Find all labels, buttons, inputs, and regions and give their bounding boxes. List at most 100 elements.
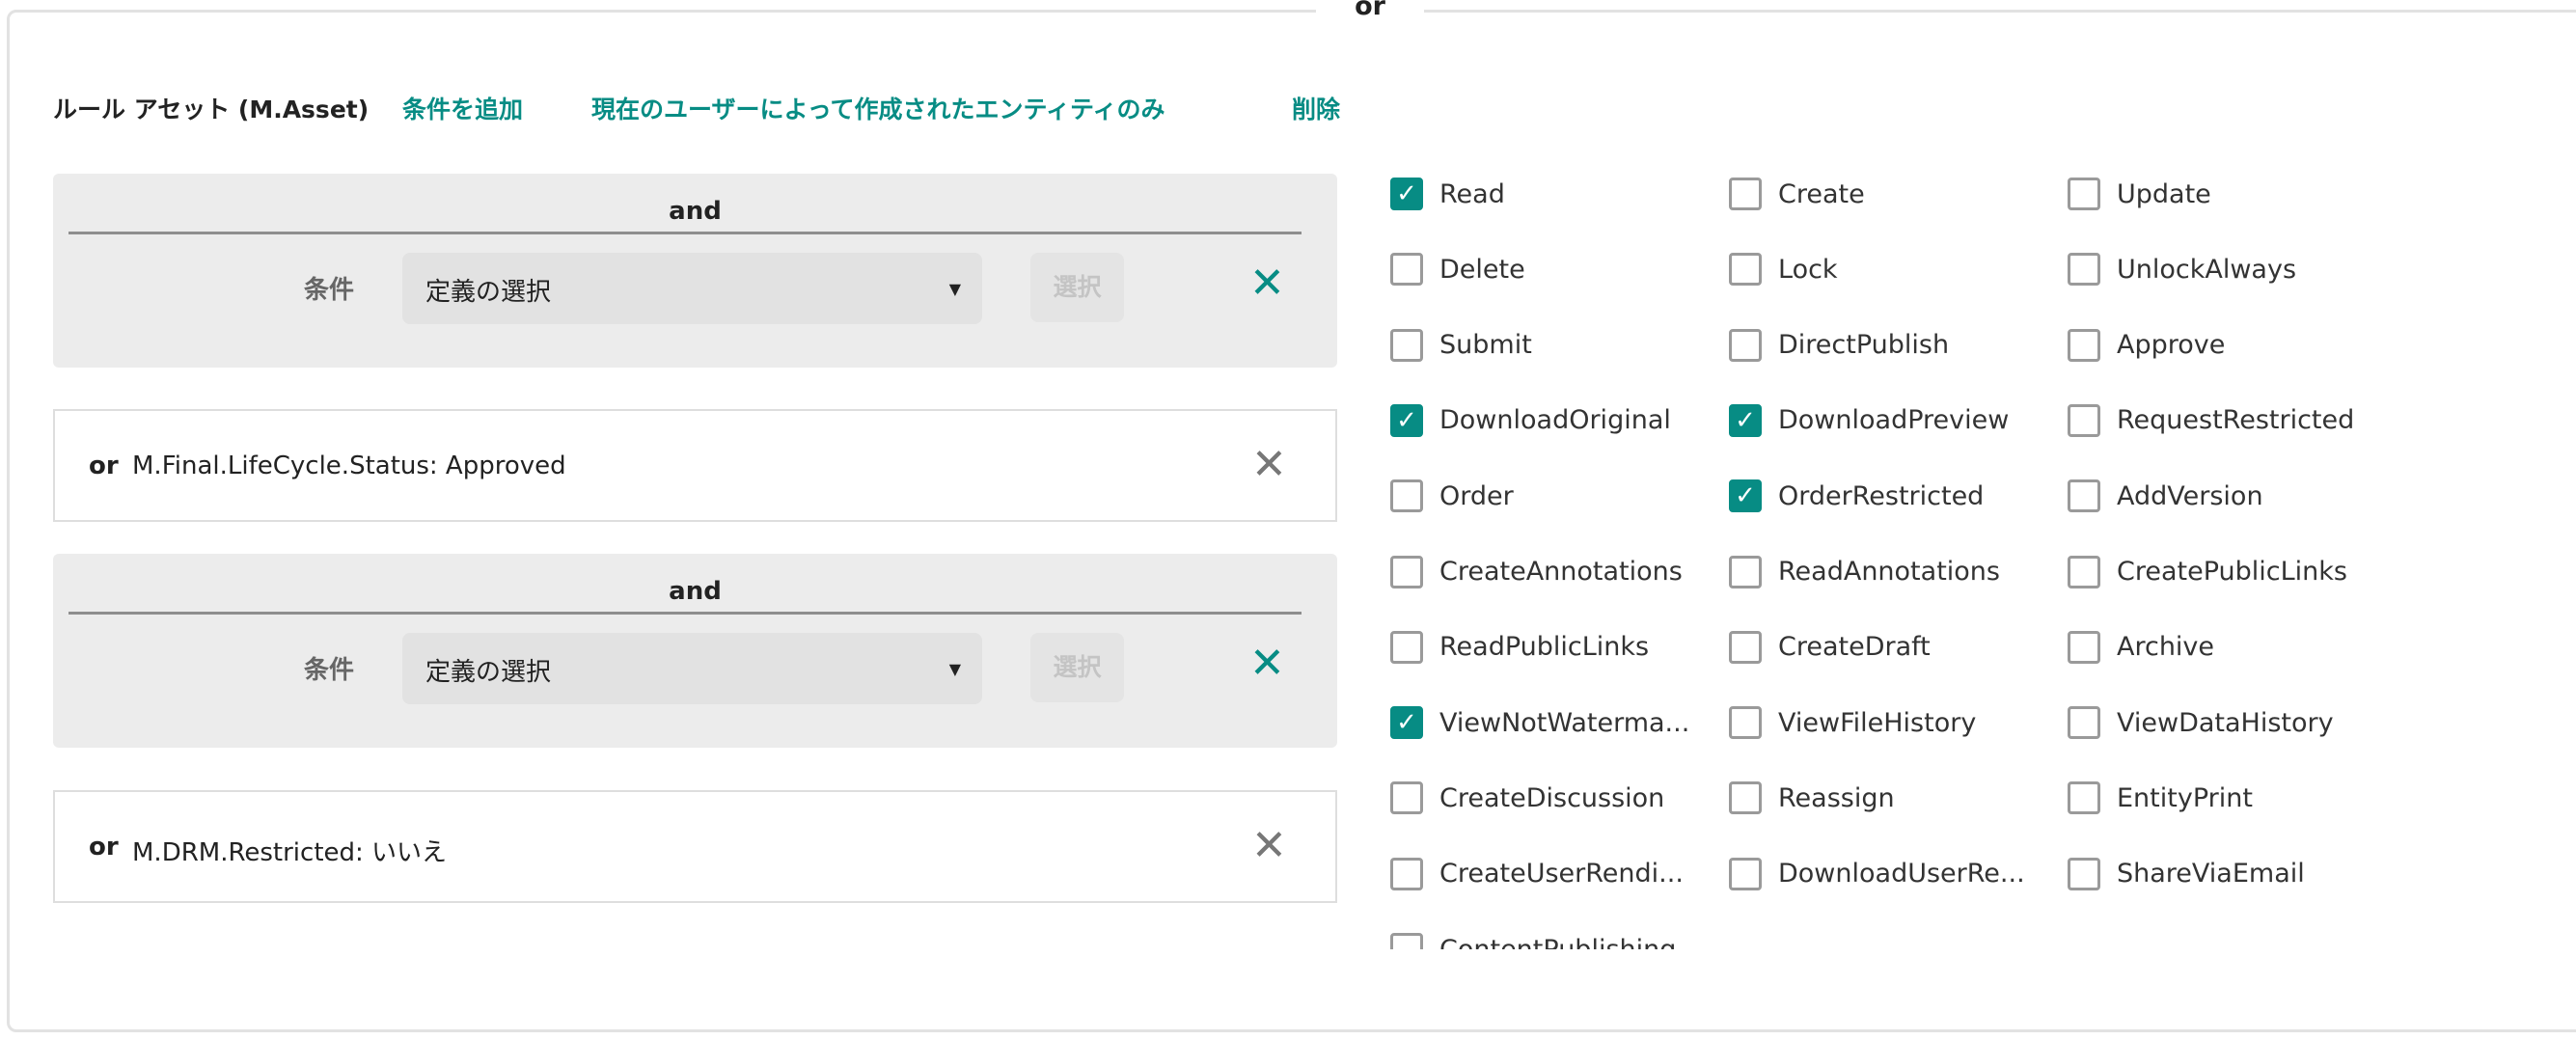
permission-label: CreateDiscussion	[1439, 782, 1665, 813]
row-operator: or	[89, 833, 119, 862]
close-icon[interactable]: ✕	[1251, 440, 1287, 489]
permission-checkbox[interactable]: CreateDiscussion	[1390, 781, 1665, 815]
definition-select[interactable]: 定義の選択 ▼	[402, 253, 982, 324]
permission-label: ReadAnnotations	[1778, 557, 2000, 587]
checkbox-checked-icon[interactable]: ✓	[1729, 479, 1762, 513]
checkbox-unchecked-icon[interactable]	[2068, 178, 2100, 210]
checkbox-unchecked-icon[interactable]	[2068, 253, 2100, 287]
permission-checkbox[interactable]: ViewDataHistory	[2068, 706, 2334, 740]
permission-checkbox[interactable]: RequestRestricted	[2068, 403, 2355, 437]
checkbox-unchecked-icon[interactable]	[1729, 781, 1762, 815]
select-value: 定義の選択	[425, 658, 552, 687]
permission-checkbox[interactable]: ✓ DownloadPreview	[1729, 403, 2010, 437]
checkbox-unchecked-icon[interactable]	[1390, 857, 1423, 890]
permission-checkbox[interactable]: Lock	[1729, 253, 1838, 287]
permission-checkbox[interactable]: ViewFileHistory	[1729, 706, 1977, 740]
add-condition-link[interactable]: 条件を追加	[402, 91, 523, 125]
divider	[69, 612, 1302, 615]
checkbox-unchecked-icon[interactable]	[2068, 857, 2100, 890]
checkbox-checked-icon[interactable]: ✓	[1390, 178, 1423, 210]
permission-checkbox[interactable]: UnlockAlways	[2068, 253, 2296, 287]
permission-label: Update	[2117, 178, 2211, 209]
permission-label: Submit	[1439, 330, 1532, 361]
permission-checkbox[interactable]: Create	[1729, 178, 1865, 210]
permission-checkbox[interactable]: DirectPublish	[1729, 328, 1949, 362]
checkbox-unchecked-icon[interactable]	[1390, 479, 1423, 513]
permission-checkbox[interactable]: ✓ OrderRestricted	[1729, 479, 1985, 513]
checkbox-unchecked-icon[interactable]	[2068, 630, 2100, 664]
checkbox-unchecked-icon[interactable]	[1729, 328, 1762, 362]
permission-label: Read	[1439, 178, 1505, 209]
checkbox-unchecked-icon[interactable]	[1390, 328, 1423, 362]
checkbox-checked-icon[interactable]: ✓	[1390, 403, 1423, 437]
permission-checkbox[interactable]: ✓ ViewNotWaterma...	[1390, 706, 1689, 740]
checkbox-unchecked-icon[interactable]	[2068, 706, 2100, 740]
checkbox-unchecked-icon[interactable]	[1729, 630, 1762, 664]
permission-checkbox[interactable]: EntityPrint	[2068, 781, 2253, 815]
checkbox-unchecked-icon[interactable]	[1390, 253, 1423, 287]
permission-label: DownloadUserRe...	[1778, 859, 2025, 889]
checkbox-checked-icon[interactable]: ✓	[1390, 706, 1423, 740]
checkbox-unchecked-icon[interactable]	[2068, 555, 2100, 588]
permission-label: AddVersion	[2117, 480, 2263, 511]
permission-checkbox[interactable]: Delete	[1390, 253, 1525, 287]
close-icon[interactable]: ✕	[1249, 259, 1285, 308]
permission-checkbox[interactable]: Order	[1390, 479, 1514, 513]
permission-checkbox[interactable]: Update	[2068, 178, 2211, 210]
condition-row: or M.Final.LifeCycle.Status: Approved ✕	[53, 409, 1337, 522]
permission-checkbox[interactable]: Approve	[2068, 328, 2225, 362]
permission-checkbox[interactable]: AddVersion	[2068, 479, 2263, 513]
caret-down-icon: ▼	[948, 280, 961, 298]
permission-label: OrderRestricted	[1778, 480, 1985, 511]
condition-text: M.DRM.Restricted: いいえ	[132, 838, 448, 867]
checkbox-unchecked-icon[interactable]	[1729, 178, 1762, 210]
permission-checkbox[interactable]: DownloadUserRe...	[1729, 857, 2025, 890]
definition-select[interactable]: 定義の選択 ▼	[402, 633, 982, 704]
permission-label: DownloadPreview	[1778, 405, 2010, 436]
permission-checkbox[interactable]: ContentPublishing	[1390, 933, 1676, 949]
permissions-list: ✓ Read Create Update Delete Lock UnlockAlways S…	[1390, 178, 2548, 949]
condition-row: or M.DRM.Restricted: いいえ ✕	[53, 790, 1337, 903]
delete-link[interactable]: 削除	[1292, 91, 1340, 125]
permission-checkbox[interactable]: ✓ Read	[1390, 178, 1505, 210]
checkbox-unchecked-icon[interactable]	[2068, 781, 2100, 815]
checkbox-unchecked-icon[interactable]	[1729, 706, 1762, 740]
checkbox-unchecked-icon[interactable]	[1729, 253, 1762, 287]
permission-checkbox[interactable]: ReadPublicLinks	[1390, 630, 1650, 664]
permission-label: CreateAnnotations	[1439, 557, 1683, 587]
permission-checkbox[interactable]: ✓ DownloadOriginal	[1390, 403, 1671, 437]
permission-checkbox[interactable]: CreateUserRendi...	[1390, 857, 1684, 890]
permission-checkbox[interactable]: CreatePublicLinks	[2068, 555, 2347, 588]
permission-checkbox[interactable]: ShareViaEmail	[2068, 857, 2305, 890]
permission-checkbox[interactable]: Archive	[2068, 630, 2214, 664]
permission-label: ReadPublicLinks	[1439, 632, 1650, 663]
checkbox-unchecked-icon[interactable]	[2068, 328, 2100, 362]
permission-checkbox[interactable]: ReadAnnotations	[1729, 555, 2000, 588]
condition-label: 条件	[304, 656, 355, 685]
close-icon[interactable]: ✕	[1249, 639, 1285, 688]
permission-label: ViewFileHistory	[1778, 707, 1977, 738]
checkbox-unchecked-icon[interactable]	[1390, 555, 1423, 588]
close-icon[interactable]: ✕	[1251, 821, 1287, 870]
permission-checkbox[interactable]: Submit	[1390, 328, 1532, 362]
checkbox-unchecked-icon[interactable]	[1390, 933, 1423, 949]
group-operator: and	[669, 577, 722, 606]
permission-checkbox[interactable]: CreateAnnotations	[1390, 555, 1683, 588]
checkbox-checked-icon[interactable]: ✓	[1729, 403, 1762, 437]
permission-checkbox[interactable]: Reassign	[1729, 781, 1895, 815]
permission-label: ViewDataHistory	[2117, 707, 2334, 738]
current-user-only-link[interactable]: 現在のユーザーによって作成されたエンティティのみ	[591, 91, 1165, 125]
permission-label: Delete	[1439, 254, 1525, 285]
checkbox-unchecked-icon[interactable]	[2068, 403, 2100, 437]
checkbox-unchecked-icon[interactable]	[2068, 479, 2100, 513]
checkbox-unchecked-icon[interactable]	[1390, 781, 1423, 815]
checkbox-unchecked-icon[interactable]	[1729, 555, 1762, 588]
permission-checkbox[interactable]: CreateDraft	[1729, 630, 1931, 664]
permission-label: DownloadOriginal	[1439, 405, 1671, 436]
permission-label: RequestRestricted	[2117, 405, 2355, 436]
checkbox-unchecked-icon[interactable]	[1390, 630, 1423, 664]
select-button[interactable]: 選択	[1030, 253, 1124, 322]
select-button[interactable]: 選択	[1030, 633, 1124, 702]
permission-label: Reassign	[1778, 782, 1895, 813]
checkbox-unchecked-icon[interactable]	[1729, 857, 1762, 890]
